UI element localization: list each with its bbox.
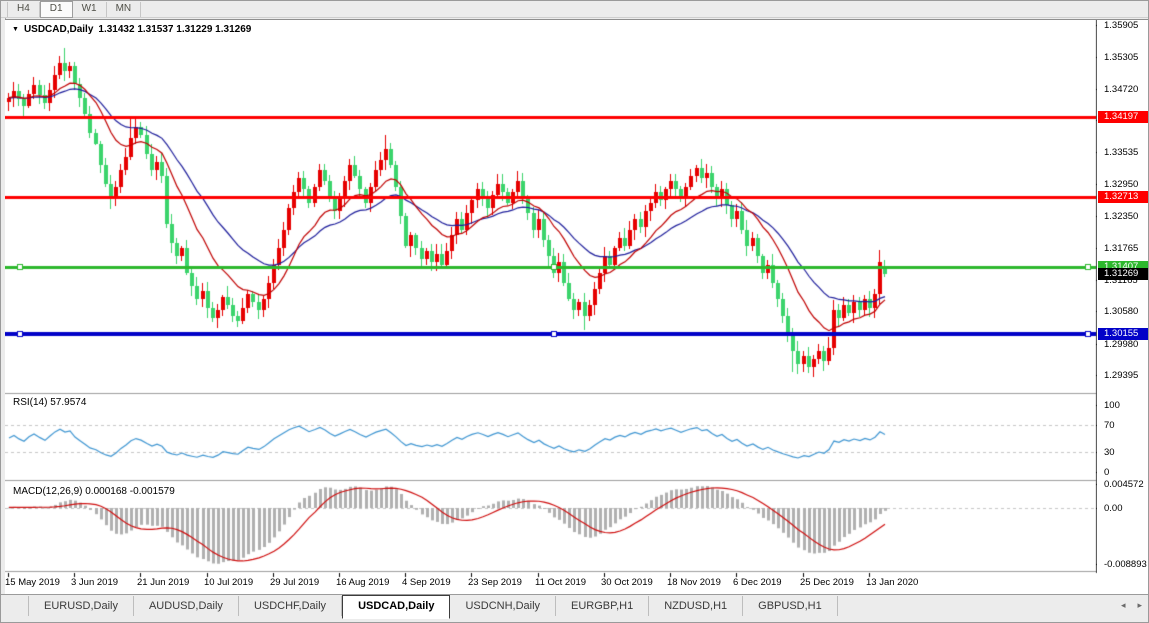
rsi-tick-label: 0 — [1104, 467, 1109, 478]
timeframe-toolbar: H4 D1 W1 MN — [1, 1, 1148, 18]
rsi-tick-label: 30 — [1104, 447, 1115, 458]
timeframe-button-h4[interactable]: H4 — [7, 2, 40, 17]
macd-indicator-label: MACD(12,26,9) 0.000168 -0.001579 — [13, 486, 175, 497]
price-tick-label: 1.31765 — [1104, 243, 1138, 254]
symbol-dropdown-icon[interactable]: ▼ — [12, 26, 19, 33]
date-tick-label: 18 Nov 2019 — [667, 577, 721, 588]
price-tick-label: 1.29980 — [1104, 339, 1138, 350]
date-tick-label: 15 May 2019 — [5, 577, 60, 588]
price-tick-label: 1.34720 — [1104, 84, 1138, 95]
price-tick-label: 1.35305 — [1104, 52, 1138, 63]
price-tick-label: 1.30580 — [1104, 306, 1138, 317]
price-tick-label: 1.32350 — [1104, 211, 1138, 222]
rsi-indicator-label: RSI(14) 57.9574 — [13, 397, 86, 408]
tab-scroll-arrows: ◂ ▸ — [1121, 600, 1142, 611]
timeframe-button-d1[interactable]: D1 — [40, 1, 73, 18]
date-tick-label: 10 Jul 2019 — [204, 577, 253, 588]
date-tick-label: 6 Dec 2019 — [733, 577, 782, 588]
date-axis[interactable]: 15 May 2019 3 Jun 2019 21 Jun 2019 10 Jul 2… — [5, 577, 1097, 593]
date-tick-label: 25 Dec 2019 — [800, 577, 854, 588]
timeframe-button-w1[interactable]: W1 — [73, 2, 107, 17]
price-chart-canvas[interactable] — [5, 20, 1097, 595]
date-tick-label: 16 Aug 2019 — [336, 577, 389, 588]
chart-tab-audusd-daily[interactable]: AUDUSD,Daily — [134, 596, 239, 616]
date-tick-label: 11 Oct 2019 — [535, 577, 586, 588]
macd-tick-label: 0.00 — [1104, 503, 1123, 514]
date-tick-label: 21 Jun 2019 — [137, 577, 189, 588]
chart-ohlc-values: 1.31432 1.31537 1.31229 1.31269 — [98, 24, 251, 35]
date-tick-label: 4 Sep 2019 — [402, 577, 451, 588]
price-tick-label: 1.35905 — [1104, 20, 1138, 31]
trading-terminal-window: H4 D1 W1 MN ▼ USDCAD,Daily 1.31432 1.315… — [0, 0, 1149, 623]
chart-tab-eurusd-daily[interactable]: EURUSD,Daily — [28, 596, 134, 616]
hline-price-tag: 1.30155 — [1098, 328, 1149, 340]
current-price-tag: 1.31269 — [1098, 268, 1149, 280]
chart-tab-usdcnh-daily[interactable]: USDCNH,Daily — [450, 596, 556, 616]
chart-symbol-label: USDCAD,Daily — [24, 24, 93, 35]
date-tick-label: 23 Sep 2019 — [468, 577, 522, 588]
chart-tab-gbpusd-h1[interactable]: GBPUSD,H1 — [743, 596, 838, 616]
date-tick-label: 30 Oct 2019 — [601, 577, 653, 588]
chart-tab-usdcad-daily[interactable]: USDCAD,Daily — [342, 595, 450, 619]
price-axis[interactable]: 1.359051.353051.347201.341351.335351.329… — [1097, 20, 1149, 595]
price-tick-label: 1.29395 — [1104, 370, 1138, 381]
timeframe-button-mn[interactable]: MN — [107, 2, 142, 17]
chart-tab-usdchf-daily[interactable]: USDCHF,Daily — [239, 596, 342, 616]
tab-scroll-right-icon[interactable]: ▸ — [1137, 600, 1142, 611]
chart-window: ▼ USDCAD,Daily 1.31432 1.31537 1.31229 1… — [5, 19, 1149, 594]
macd-tick-label: -0.008893 — [1104, 559, 1147, 570]
price-tick-label: 1.32950 — [1104, 179, 1138, 190]
hline-price-tag: 1.34197 — [1098, 111, 1149, 123]
date-tick-label: 29 Jul 2019 — [270, 577, 319, 588]
hline-price-tag: 1.32713 — [1098, 191, 1149, 203]
chart-tab-nzdusd-h1[interactable]: NZDUSD,H1 — [649, 596, 743, 616]
macd-tick-label: 0.004572 — [1104, 479, 1144, 490]
chart-tab-bar: EURUSD,DailyAUDUSD,DailyUSDCHF,DailyUSDC… — [1, 594, 1148, 619]
chart-title: ▼ USDCAD,Daily 1.31432 1.31537 1.31229 1… — [12, 24, 251, 35]
price-tick-label: 1.33535 — [1104, 147, 1138, 158]
chart-tab-eurgbp-h1[interactable]: EURGBP,H1 — [556, 596, 649, 616]
date-tick-label: 3 Jun 2019 — [71, 577, 118, 588]
date-tick-label: 13 Jan 2020 — [866, 577, 918, 588]
rsi-tick-label: 100 — [1104, 400, 1120, 411]
rsi-tick-label: 70 — [1104, 420, 1115, 431]
tab-scroll-left-icon[interactable]: ◂ — [1121, 600, 1126, 611]
